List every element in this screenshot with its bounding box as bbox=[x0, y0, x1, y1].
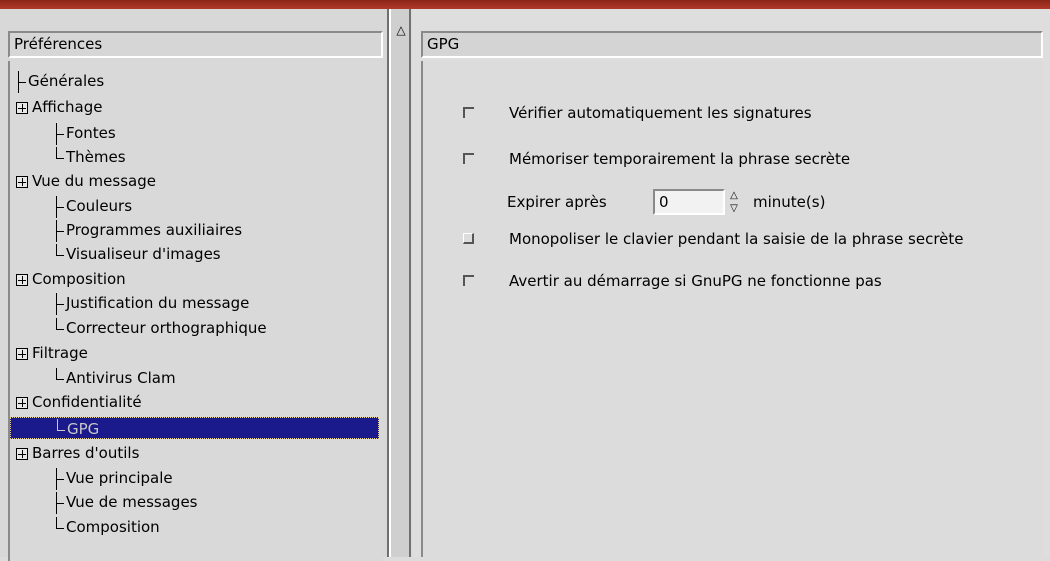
option-label: Avertir au démarrage si GnuPG ne fonctio… bbox=[509, 272, 882, 290]
expander-icon[interactable] bbox=[16, 175, 28, 188]
tree-item-affichage[interactable]: Affichage bbox=[16, 96, 102, 118]
expander-icon[interactable] bbox=[16, 273, 28, 286]
tree-item-themes[interactable]: Thèmes bbox=[54, 146, 126, 168]
tree-item-label: Couleurs bbox=[66, 197, 133, 215]
spin-button-icon[interactable]: △ ▽ bbox=[727, 189, 741, 215]
tree-item-label: Fontes bbox=[66, 124, 116, 142]
tree-item-label: Composition bbox=[32, 270, 126, 288]
tree-item-vue-du-message[interactable]: Vue du message bbox=[16, 170, 156, 192]
tree-branch-icon bbox=[54, 467, 64, 490]
tree-branch-icon bbox=[54, 491, 64, 514]
tree-item-confidentialite[interactable]: Confidentialité bbox=[16, 391, 142, 413]
tree-item-barres-outils[interactable]: Barres d'outils bbox=[16, 442, 139, 464]
tree-item-label: Vue de messages bbox=[66, 493, 198, 511]
tree-item-gpg-selected[interactable]: GPG bbox=[10, 417, 379, 439]
tree-item-vue-principale[interactable]: Vue principale bbox=[54, 467, 173, 490]
option-label: Mémoriser temporairement la phrase secrè… bbox=[509, 150, 851, 168]
tree-branch-icon bbox=[54, 317, 64, 340]
option-label: Vérifier automatiquement les signatures bbox=[509, 104, 812, 122]
tree-branch-icon bbox=[16, 70, 26, 93]
tree-item-label: Visualiseur d'images bbox=[66, 245, 221, 263]
tree-item-justification[interactable]: Justification du message bbox=[54, 292, 250, 315]
checkbox-warn-gnupg[interactable] bbox=[463, 275, 474, 286]
tree-item-composition-toolbar[interactable]: Composition bbox=[54, 516, 160, 538]
tree-branch-icon bbox=[55, 418, 65, 441]
tree-item-label: Vue principale bbox=[66, 469, 173, 487]
checkbox-grab-keyboard[interactable] bbox=[463, 233, 474, 244]
tree-branch-icon bbox=[54, 292, 64, 315]
tree-branch-icon bbox=[54, 367, 64, 390]
settings-panel: GPG Vérifier automatiquement les signatu… bbox=[413, 9, 1050, 557]
tree-item-fontes[interactable]: Fontes bbox=[54, 122, 116, 145]
window-top-bar bbox=[0, 0, 1050, 9]
expire-row: Expirer après △▽ minute(s) bbox=[507, 185, 825, 219]
tree-branch-icon bbox=[54, 516, 64, 539]
tree-item-label: Barres d'outils bbox=[32, 444, 140, 462]
expander-icon[interactable] bbox=[16, 101, 28, 114]
tree-item-label: Confidentialité bbox=[32, 393, 142, 411]
expire-minutes-input[interactable] bbox=[653, 189, 725, 215]
option-remember-passphrase[interactable]: Mémoriser temporairement la phrase secrè… bbox=[423, 147, 1033, 171]
tree-item-label: Antivirus Clam bbox=[66, 369, 176, 387]
expander-icon[interactable] bbox=[16, 396, 28, 409]
preferences-tree: Générales Affichage Fontes Thèmes Vue du… bbox=[8, 61, 383, 561]
tree-item-label: Programmes auxiliaires bbox=[66, 221, 243, 239]
preferences-sidebar: Préférences Générales Affichage Fontes T… bbox=[0, 9, 389, 561]
tree-item-label: Filtrage bbox=[32, 344, 88, 362]
tree-item-antivirus-clam[interactable]: Antivirus Clam bbox=[54, 367, 176, 389]
option-warn-gnupg[interactable]: Avertir au démarrage si GnuPG ne fonctio… bbox=[423, 269, 1033, 293]
tree-item-vue-de-messages[interactable]: Vue de messages bbox=[54, 491, 198, 514]
tree-item-programmes-auxiliaires[interactable]: Programmes auxiliaires bbox=[54, 219, 243, 242]
tree-item-label: Générales bbox=[28, 72, 105, 90]
pane-separator[interactable]: △ bbox=[389, 9, 411, 557]
tree-item-couleurs[interactable]: Couleurs bbox=[54, 195, 133, 218]
option-label: Monopoliser le clavier pendant la saisie… bbox=[509, 230, 964, 248]
tree-item-label: Affichage bbox=[32, 98, 103, 116]
checkbox-verify-signatures[interactable] bbox=[463, 107, 474, 118]
tree-item-label: Correcteur orthographique bbox=[66, 319, 267, 337]
tree-item-generales[interactable]: Générales bbox=[16, 70, 105, 93]
tree-item-correcteur[interactable]: Correcteur orthographique bbox=[54, 317, 267, 339]
tree-branch-icon bbox=[54, 122, 64, 145]
tree-item-label: GPG bbox=[67, 420, 100, 438]
collapse-arrow-icon[interactable]: △ bbox=[395, 22, 407, 38]
expander-icon[interactable] bbox=[16, 447, 28, 460]
expire-label: Expirer après bbox=[507, 193, 607, 211]
expire-unit: minute(s) bbox=[753, 193, 826, 211]
tree-branch-icon bbox=[54, 146, 64, 169]
sidebar-header: Préférences bbox=[8, 31, 383, 58]
option-grab-keyboard[interactable]: Monopoliser le clavier pendant la saisie… bbox=[423, 227, 1033, 251]
tree-item-label: Vue du message bbox=[32, 172, 156, 190]
tree-item-label: Composition bbox=[66, 518, 160, 536]
tree-branch-icon bbox=[54, 195, 64, 218]
tree-branch-icon bbox=[54, 243, 64, 266]
tree-item-label: Thèmes bbox=[66, 148, 126, 166]
gpg-options: Vérifier automatiquement les signatures … bbox=[421, 61, 1043, 557]
panel-title: GPG bbox=[421, 31, 1043, 58]
option-verify-signatures[interactable]: Vérifier automatiquement les signatures bbox=[423, 101, 1033, 125]
tree-item-composition[interactable]: Composition bbox=[16, 268, 126, 290]
checkbox-remember-passphrase[interactable] bbox=[463, 153, 474, 164]
expander-icon[interactable] bbox=[16, 347, 28, 360]
tree-item-filtrage[interactable]: Filtrage bbox=[16, 342, 88, 364]
tree-item-visualiseur-images[interactable]: Visualiseur d'images bbox=[54, 243, 221, 265]
tree-branch-icon bbox=[54, 219, 64, 242]
tree-item-label: Justification du message bbox=[66, 294, 250, 312]
